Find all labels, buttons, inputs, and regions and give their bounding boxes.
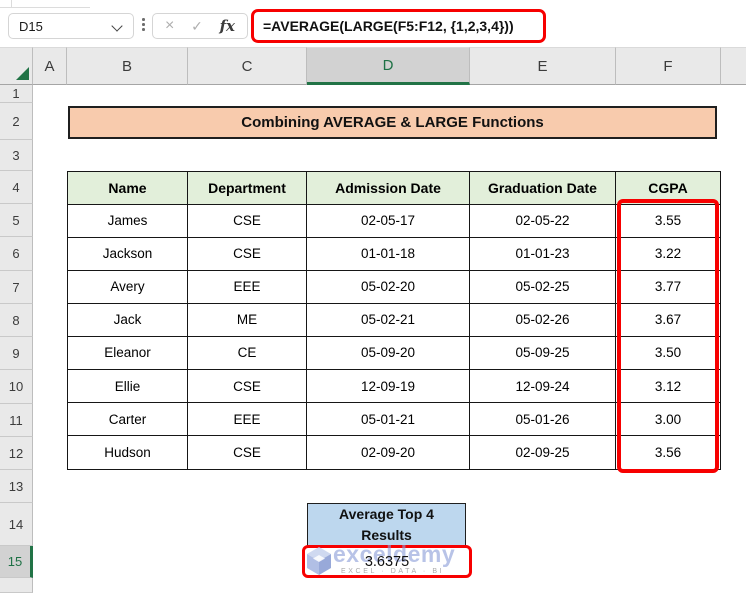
cell-C12[interactable]: CSE (188, 436, 307, 470)
cell-C9[interactable]: CE (188, 336, 307, 370)
column-header-e[interactable]: E (470, 47, 616, 85)
row-header-15[interactable]: 15 (0, 546, 33, 578)
result-label-cell[interactable]: Average Top 4 Results (307, 503, 466, 546)
row-header-9[interactable]: 9 (0, 337, 33, 370)
cell-E9[interactable]: 05-09-25 (470, 336, 616, 370)
column-header-f[interactable]: F (616, 47, 721, 85)
row-header-partial[interactable] (0, 578, 33, 593)
column-header-partial[interactable] (721, 47, 746, 85)
column-header-d[interactable]: D (307, 47, 470, 85)
name-box-value: D15 (19, 18, 43, 34)
row-header-8[interactable]: 8 (0, 304, 33, 337)
cell-B5[interactable]: James (68, 204, 188, 238)
cell-F12[interactable]: 3.56 (616, 436, 720, 470)
row-header-1[interactable]: 1 (0, 85, 33, 103)
row-header-12[interactable]: 12 (0, 437, 33, 470)
cell-C11[interactable]: EEE (188, 403, 307, 437)
cell-B12[interactable]: Hudson (68, 436, 188, 470)
column-header-b[interactable]: B (67, 47, 188, 85)
row-header-11[interactable]: 11 (0, 404, 33, 437)
cell-B10[interactable]: Ellie (68, 369, 188, 404)
excel-window: D15 × ✓ fx =AVERAGE(LARGE(F5:F12, {1,2,3… (0, 0, 746, 593)
cell-B7[interactable]: Avery (68, 270, 188, 304)
data-table: Name Department Admission Date Graduatio… (67, 171, 721, 471)
cell-F5[interactable]: 3.55 (616, 204, 720, 238)
row-header-3[interactable]: 3 (0, 140, 33, 171)
insert-function-icon[interactable]: fx (220, 18, 235, 34)
cell-E5[interactable]: 02-05-22 (470, 204, 616, 238)
cell-E7[interactable]: 05-02-25 (470, 270, 616, 304)
row-header-14[interactable]: 14 (0, 503, 33, 546)
cell-B11[interactable]: Carter (68, 403, 188, 437)
cell-B6[interactable]: Jackson (68, 237, 188, 271)
worksheet-title-cell[interactable]: Combining AVERAGE & LARGE Functions (68, 106, 717, 139)
row-header-10[interactable]: 10 (0, 370, 33, 404)
cell-F11[interactable]: 3.00 (616, 403, 720, 437)
formula-highlight-box: =AVERAGE(LARGE(F5:F12, {1,2,3,4})) (251, 9, 546, 43)
cell-D5[interactable]: 02-05-17 (307, 204, 470, 238)
cell-D10[interactable]: 12-09-19 (307, 369, 470, 404)
row-header-13[interactable]: 13 (0, 470, 33, 503)
cell-B8[interactable]: Jack (68, 303, 188, 337)
row-header-6[interactable]: 6 (0, 237, 33, 271)
cell-E8[interactable]: 05-02-26 (470, 303, 616, 337)
cell-B9[interactable]: Eleanor (68, 336, 188, 370)
row-header-5[interactable]: 5 (0, 204, 33, 237)
cell-C5[interactable]: CSE (188, 204, 307, 238)
cell-D12[interactable]: 02-09-20 (307, 436, 470, 470)
formula-bar-buttons: × ✓ fx (152, 13, 248, 39)
cell-F6[interactable]: 3.22 (616, 237, 720, 271)
chevron-down-icon[interactable] (111, 20, 123, 32)
cell-E12[interactable]: 02-09-25 (470, 436, 616, 470)
cell-C7[interactable]: EEE (188, 270, 307, 304)
ribbon-remnant-divider (11, 0, 12, 7)
cell-E6[interactable]: 01-01-23 (470, 237, 616, 271)
cell-F9[interactable]: 3.50 (616, 336, 720, 370)
cell-E11[interactable]: 05-01-26 (470, 403, 616, 437)
cell-D6[interactable]: 01-01-18 (307, 237, 470, 271)
cell-D7[interactable]: 05-02-20 (307, 270, 470, 304)
result-label-line1: Average Top 4 (339, 506, 434, 523)
more-options-icon[interactable] (142, 18, 145, 31)
select-all-button[interactable] (0, 47, 33, 85)
cell-E10[interactable]: 12-09-24 (470, 369, 616, 404)
cell-F8[interactable]: 3.67 (616, 303, 720, 337)
result-highlight-box: exceldemy EXCEL · DATA · BI 3.6375 (302, 541, 472, 578)
row-header-4[interactable]: 4 (0, 171, 33, 204)
result-value-cell[interactable]: 3.6375 (305, 548, 469, 575)
result-label-line2: Results (361, 526, 412, 543)
cell-D11[interactable]: 05-01-21 (307, 403, 470, 437)
cell-F10[interactable]: 3.12 (616, 369, 720, 404)
cell-D8[interactable]: 05-02-21 (307, 303, 470, 337)
confirm-icon[interactable]: ✓ (191, 19, 203, 33)
cell-F4[interactable]: CGPA (616, 172, 720, 205)
cell-C10[interactable]: CSE (188, 369, 307, 404)
cancel-icon[interactable]: × (165, 18, 174, 34)
select-all-triangle-icon (16, 67, 29, 80)
row-header-2[interactable]: 2 (0, 103, 33, 140)
column-header-a[interactable]: A (33, 47, 67, 85)
name-box[interactable]: D15 (8, 13, 134, 39)
row-header-7[interactable]: 7 (0, 271, 33, 304)
ribbon-remnant-edge (0, 7, 90, 8)
cell-C8[interactable]: ME (188, 303, 307, 337)
cell-D4[interactable]: Admission Date (307, 172, 470, 205)
cell-D9[interactable]: 05-09-20 (307, 336, 470, 370)
cell-B4[interactable]: Name (68, 172, 188, 205)
cell-C6[interactable]: CSE (188, 237, 307, 271)
formula-input[interactable]: =AVERAGE(LARGE(F5:F12, {1,2,3,4})) (254, 18, 514, 34)
cell-E4[interactable]: Graduation Date (470, 172, 616, 205)
column-header-c[interactable]: C (188, 47, 307, 85)
cell-F7[interactable]: 3.77 (616, 270, 720, 304)
cell-C4[interactable]: Department (188, 172, 307, 205)
